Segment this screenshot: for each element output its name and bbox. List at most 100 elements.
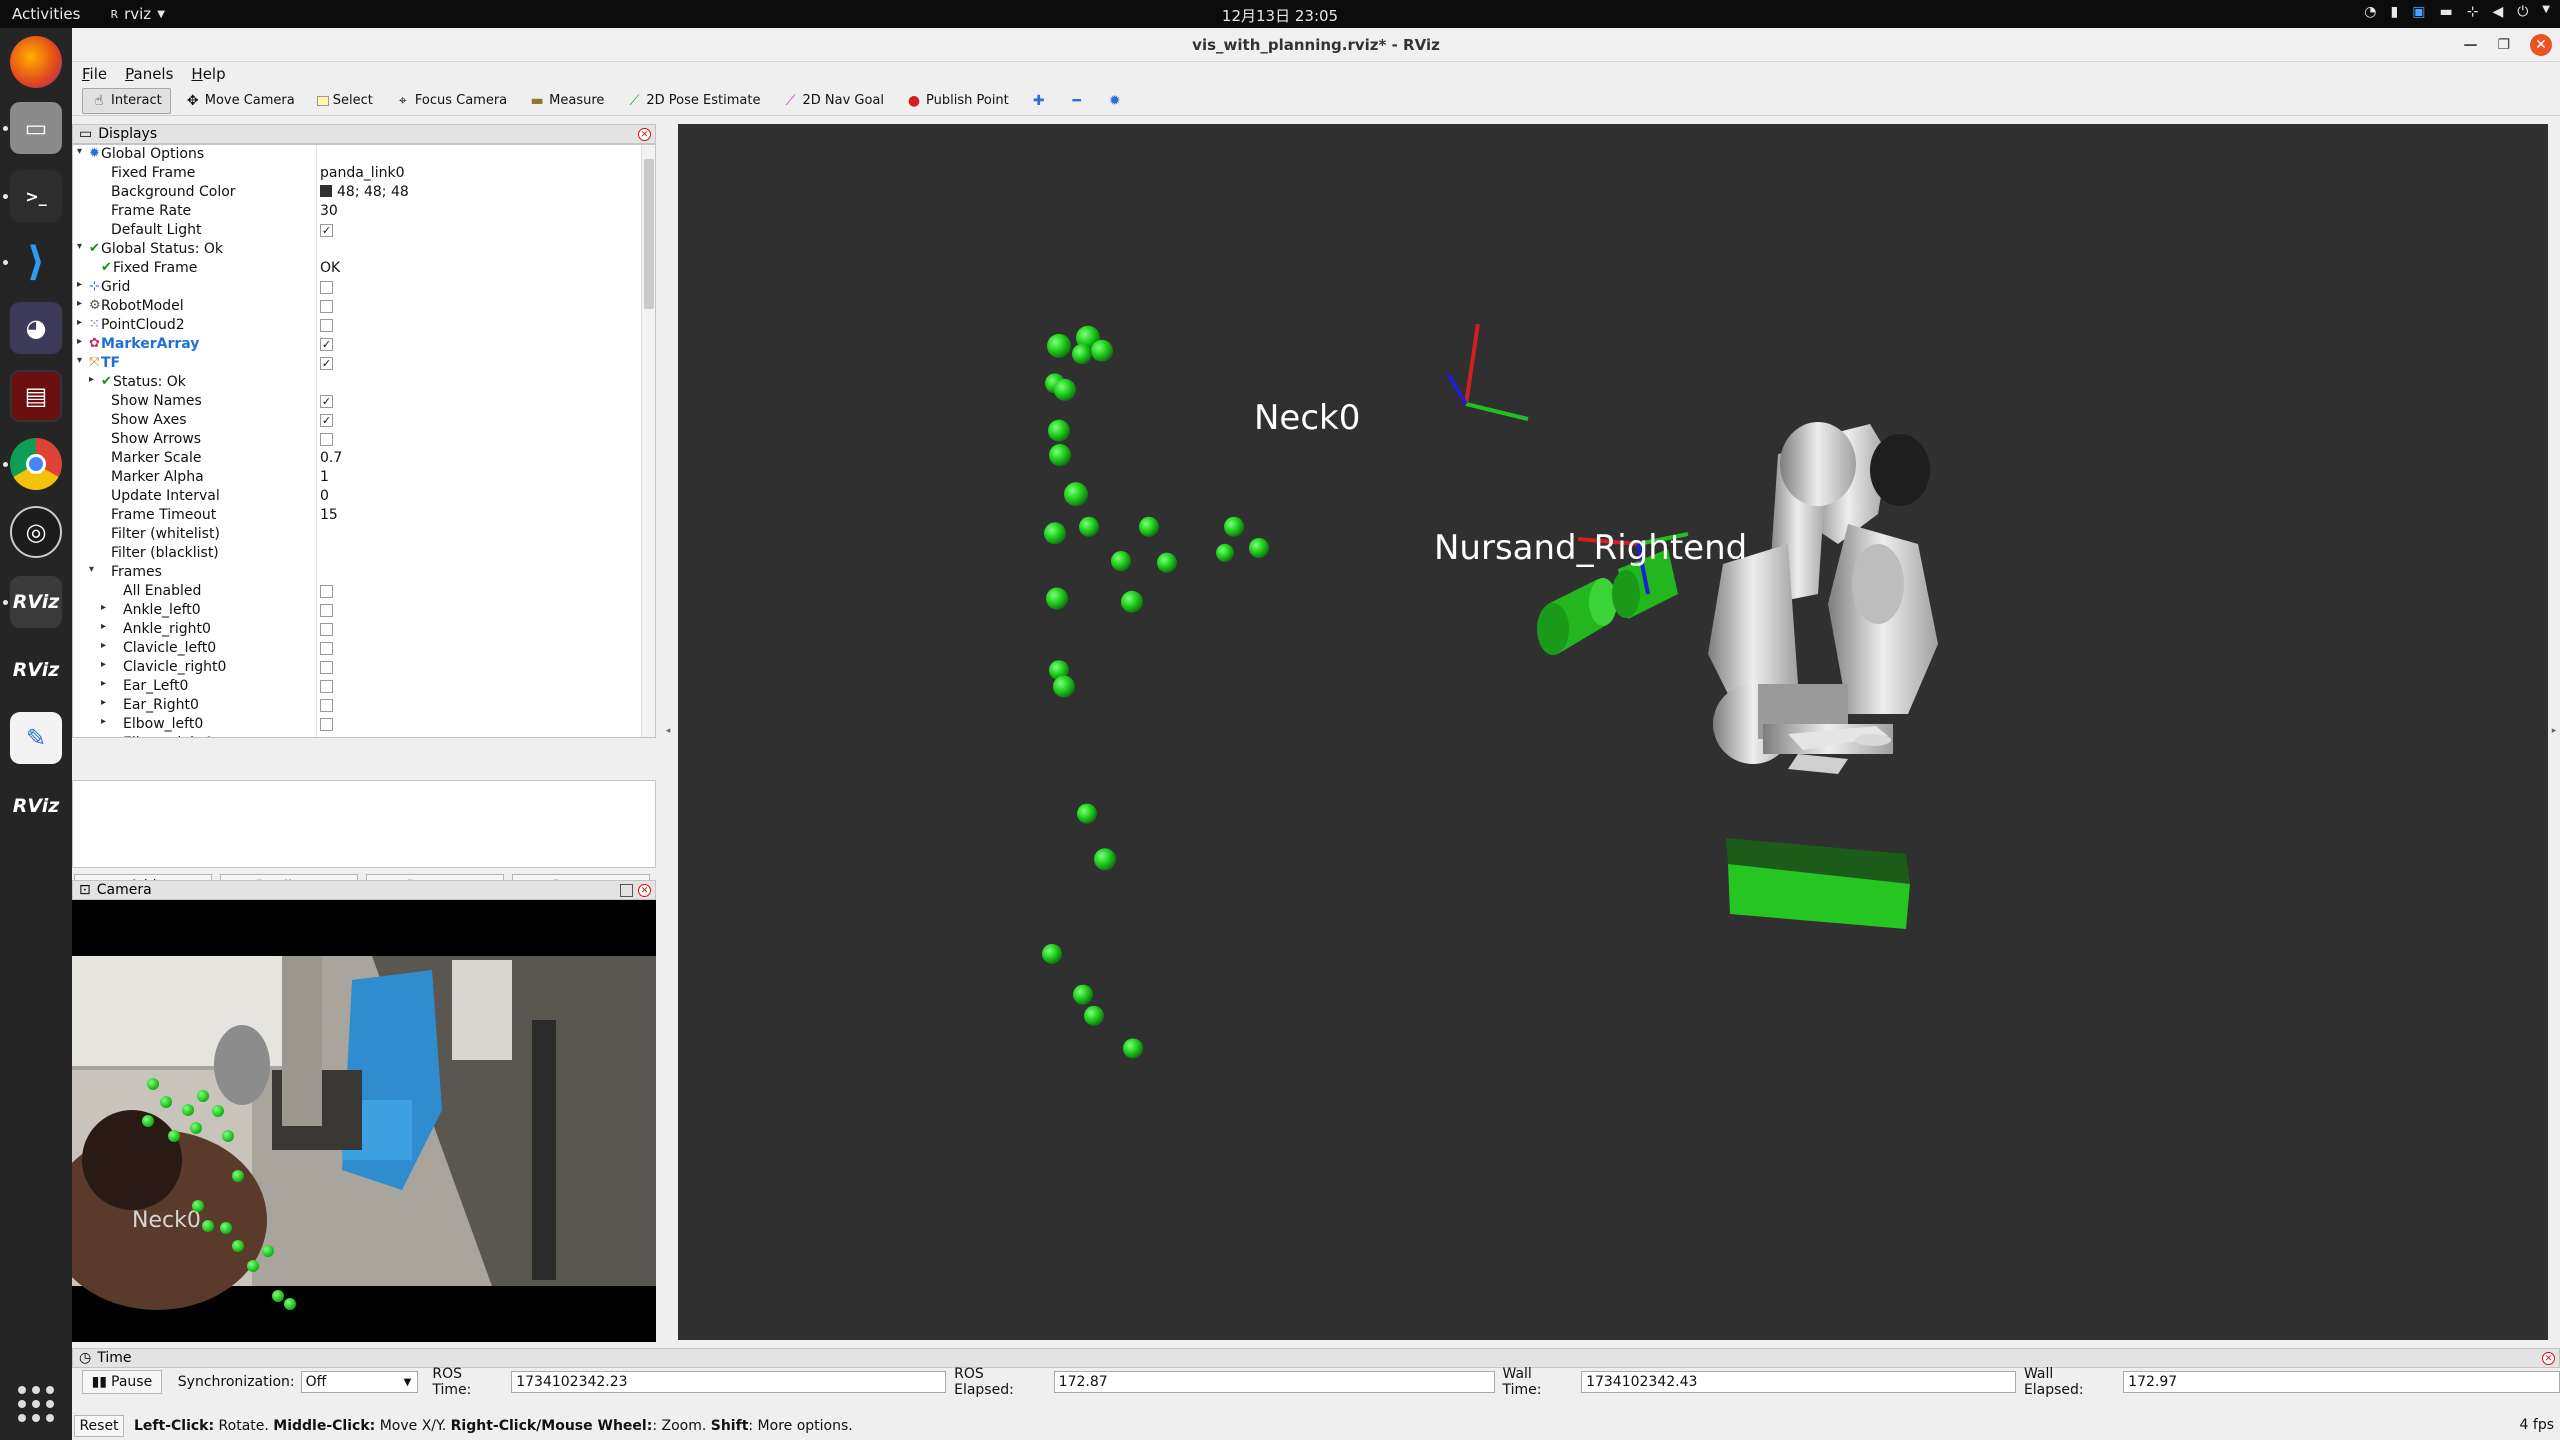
- tree-row[interactable]: Fixed Frame panda_link0: [73, 164, 655, 183]
- rviz-icon[interactable]: RViz: [10, 644, 62, 696]
- checkbox[interactable]: [320, 642, 333, 655]
- displays-tree[interactable]: ▾ ✹ Global Options Fixed Frame panda_link0 Ba…: [72, 144, 656, 738]
- checkbox[interactable]: [320, 718, 333, 731]
- add-tool-button[interactable]: ✚: [1023, 88, 1055, 114]
- minimize-icon[interactable]: —: [2463, 37, 2477, 53]
- checkbox[interactable]: ✓: [320, 395, 333, 408]
- menu-file[interactable]: File: [82, 65, 107, 83]
- keyboard-icon[interactable]: ▬: [2439, 4, 2452, 20]
- tree-row[interactable]: ▸ Ankle_left0: [73, 601, 655, 620]
- menu-help[interactable]: Help: [191, 65, 225, 83]
- checkbox[interactable]: [320, 604, 333, 617]
- chrome-icon[interactable]: [10, 438, 62, 490]
- tree-row[interactable]: Marker Alpha 1: [73, 468, 655, 487]
- expand-right-icon[interactable]: ▸: [77, 298, 82, 309]
- files-icon[interactable]: ▭: [10, 102, 62, 154]
- tree-row-value[interactable]: 0.7: [320, 450, 342, 466]
- network-icon[interactable]: ⊹: [2467, 4, 2479, 20]
- focus-camera-tool[interactable]: ⌖ Focus Camera: [387, 88, 515, 114]
- tree-row-value[interactable]: 30: [320, 203, 338, 219]
- tree-row-value[interactable]: 0: [320, 488, 329, 504]
- remove-tool-button[interactable]: ━: [1061, 88, 1093, 114]
- checkbox[interactable]: ✓: [320, 357, 333, 370]
- tree-row[interactable]: Background Color 48; 48; 48: [73, 183, 655, 202]
- expand-right-icon[interactable]: ▸: [101, 640, 106, 651]
- color-swatch[interactable]: [320, 185, 332, 197]
- tree-row[interactable]: ▾ ✔ Global Status: Ok: [73, 240, 655, 259]
- window-titlebar[interactable]: vis_with_planning.rviz* - RViz — ❐ ✕: [72, 28, 2560, 62]
- measure-tool[interactable]: ▬ Measure: [521, 88, 612, 114]
- show-apps-icon[interactable]: [18, 1386, 54, 1422]
- checkbox[interactable]: [320, 433, 333, 446]
- close-icon[interactable]: ✕: [638, 884, 651, 897]
- float-icon[interactable]: [620, 884, 633, 897]
- tree-row[interactable]: ▾ ✹ Global Options: [73, 145, 655, 164]
- ros-time-field[interactable]: 1734102342.23: [511, 1371, 947, 1393]
- tree-row-value[interactable]: OK: [320, 260, 340, 276]
- ros-elapsed-field[interactable]: 172.87: [1053, 1371, 1495, 1393]
- tree-row[interactable]: ▸ Elbow_left0: [73, 715, 655, 734]
- tree-row-value[interactable]: 15: [320, 507, 338, 523]
- expand-right-icon[interactable]: ▸: [89, 374, 94, 385]
- nav-goal-tool[interactable]: ⟋ 2D Nav Goal: [774, 88, 892, 114]
- splitter-handle[interactable]: ▸: [2548, 726, 2560, 736]
- tree-row[interactable]: ✔ Fixed Frame OK: [73, 259, 655, 278]
- expand-right-icon[interactable]: ▸: [77, 279, 82, 290]
- render-3d-view[interactable]: Neck0 Nursand_Rightend: [678, 124, 2548, 1340]
- checkbox[interactable]: [320, 300, 333, 313]
- obs-icon[interactable]: ◎: [10, 506, 62, 558]
- tree-row[interactable]: ▸ Clavicle_left0: [73, 639, 655, 658]
- pose-estimate-tool[interactable]: ⟋ 2D Pose Estimate: [618, 88, 768, 114]
- checkbox[interactable]: ✓: [320, 414, 333, 427]
- splitter-handle[interactable]: ◂: [662, 726, 674, 736]
- indicator-icon[interactable]: ▮: [2391, 4, 2399, 20]
- maximize-icon[interactable]: ❐: [2497, 37, 2510, 53]
- indicator-icon[interactable]: ▣: [2412, 4, 2425, 20]
- rviz-icon[interactable]: RViz: [10, 780, 62, 832]
- checkbox[interactable]: [320, 319, 333, 332]
- system-tray[interactable]: ◔ ▮ ▣ ▬ ⊹ ◀ ⏻ ▼: [2364, 4, 2550, 20]
- tree-row[interactable]: ▸ Ankle_right0: [73, 620, 655, 639]
- tree-row[interactable]: Frame Rate 30: [73, 202, 655, 221]
- tree-row-value[interactable]: 1: [320, 469, 329, 485]
- tree-row-value[interactable]: panda_link0: [320, 165, 404, 181]
- publish-point-tool[interactable]: ● Publish Point: [898, 88, 1017, 114]
- scrollbar[interactable]: [641, 145, 655, 737]
- close-icon[interactable]: ✕: [2530, 34, 2552, 56]
- expand-right-icon[interactable]: ▸: [77, 336, 82, 347]
- checkbox[interactable]: [320, 699, 333, 712]
- activities-button[interactable]: Activities: [2, 5, 90, 23]
- firefox-icon[interactable]: [10, 36, 62, 88]
- app-menu[interactable]: R rviz ▼: [110, 5, 164, 23]
- expand-down-icon[interactable]: ▾: [77, 146, 82, 157]
- tree-row[interactable]: ▸ ✿ MarkerArray ✓: [73, 335, 655, 354]
- tree-row[interactable]: Marker Scale 0.7: [73, 449, 655, 468]
- sync-select[interactable]: Off ▼: [300, 1371, 419, 1393]
- tree-row[interactable]: ▸ Ear_Left0: [73, 677, 655, 696]
- camera-image[interactable]: Neck0: [72, 900, 656, 1342]
- expand-right-icon[interactable]: ▸: [101, 602, 106, 613]
- close-icon[interactable]: ✕: [638, 128, 651, 141]
- expand-right-icon[interactable]: ▸: [101, 716, 106, 727]
- displays-panel-header[interactable]: ▭ Displays ✕: [72, 124, 656, 144]
- checkbox[interactable]: [320, 737, 333, 738]
- checkbox[interactable]: [320, 680, 333, 693]
- expand-right-icon[interactable]: ▸: [101, 697, 106, 708]
- expand-right-icon[interactable]: ▸: [101, 735, 106, 737]
- text-editor-icon[interactable]: ✎: [10, 712, 62, 764]
- checkbox[interactable]: [320, 281, 333, 294]
- tree-row[interactable]: Show Arrows: [73, 430, 655, 449]
- volume-icon[interactable]: ◀: [2492, 4, 2503, 20]
- tree-row[interactable]: Show Axes ✓: [73, 411, 655, 430]
- interact-tool[interactable]: ☝ Interact: [82, 87, 171, 114]
- expand-right-icon[interactable]: ▸: [101, 678, 106, 689]
- checkbox[interactable]: [320, 661, 333, 674]
- expand-down-icon[interactable]: ▾: [77, 355, 82, 366]
- camera-panel-header[interactable]: ⊡ Camera ✕: [72, 880, 656, 900]
- monitor-app-icon[interactable]: ▤: [10, 370, 62, 422]
- time-panel-header[interactable]: ◷ Time ✕: [72, 1348, 2560, 1368]
- tree-row[interactable]: Filter (whitelist): [73, 525, 655, 544]
- expand-right-icon[interactable]: ▸: [101, 659, 106, 670]
- chevron-down-icon[interactable]: ▼: [2542, 4, 2550, 20]
- clock[interactable]: 12月13日 23:05: [1222, 5, 1338, 26]
